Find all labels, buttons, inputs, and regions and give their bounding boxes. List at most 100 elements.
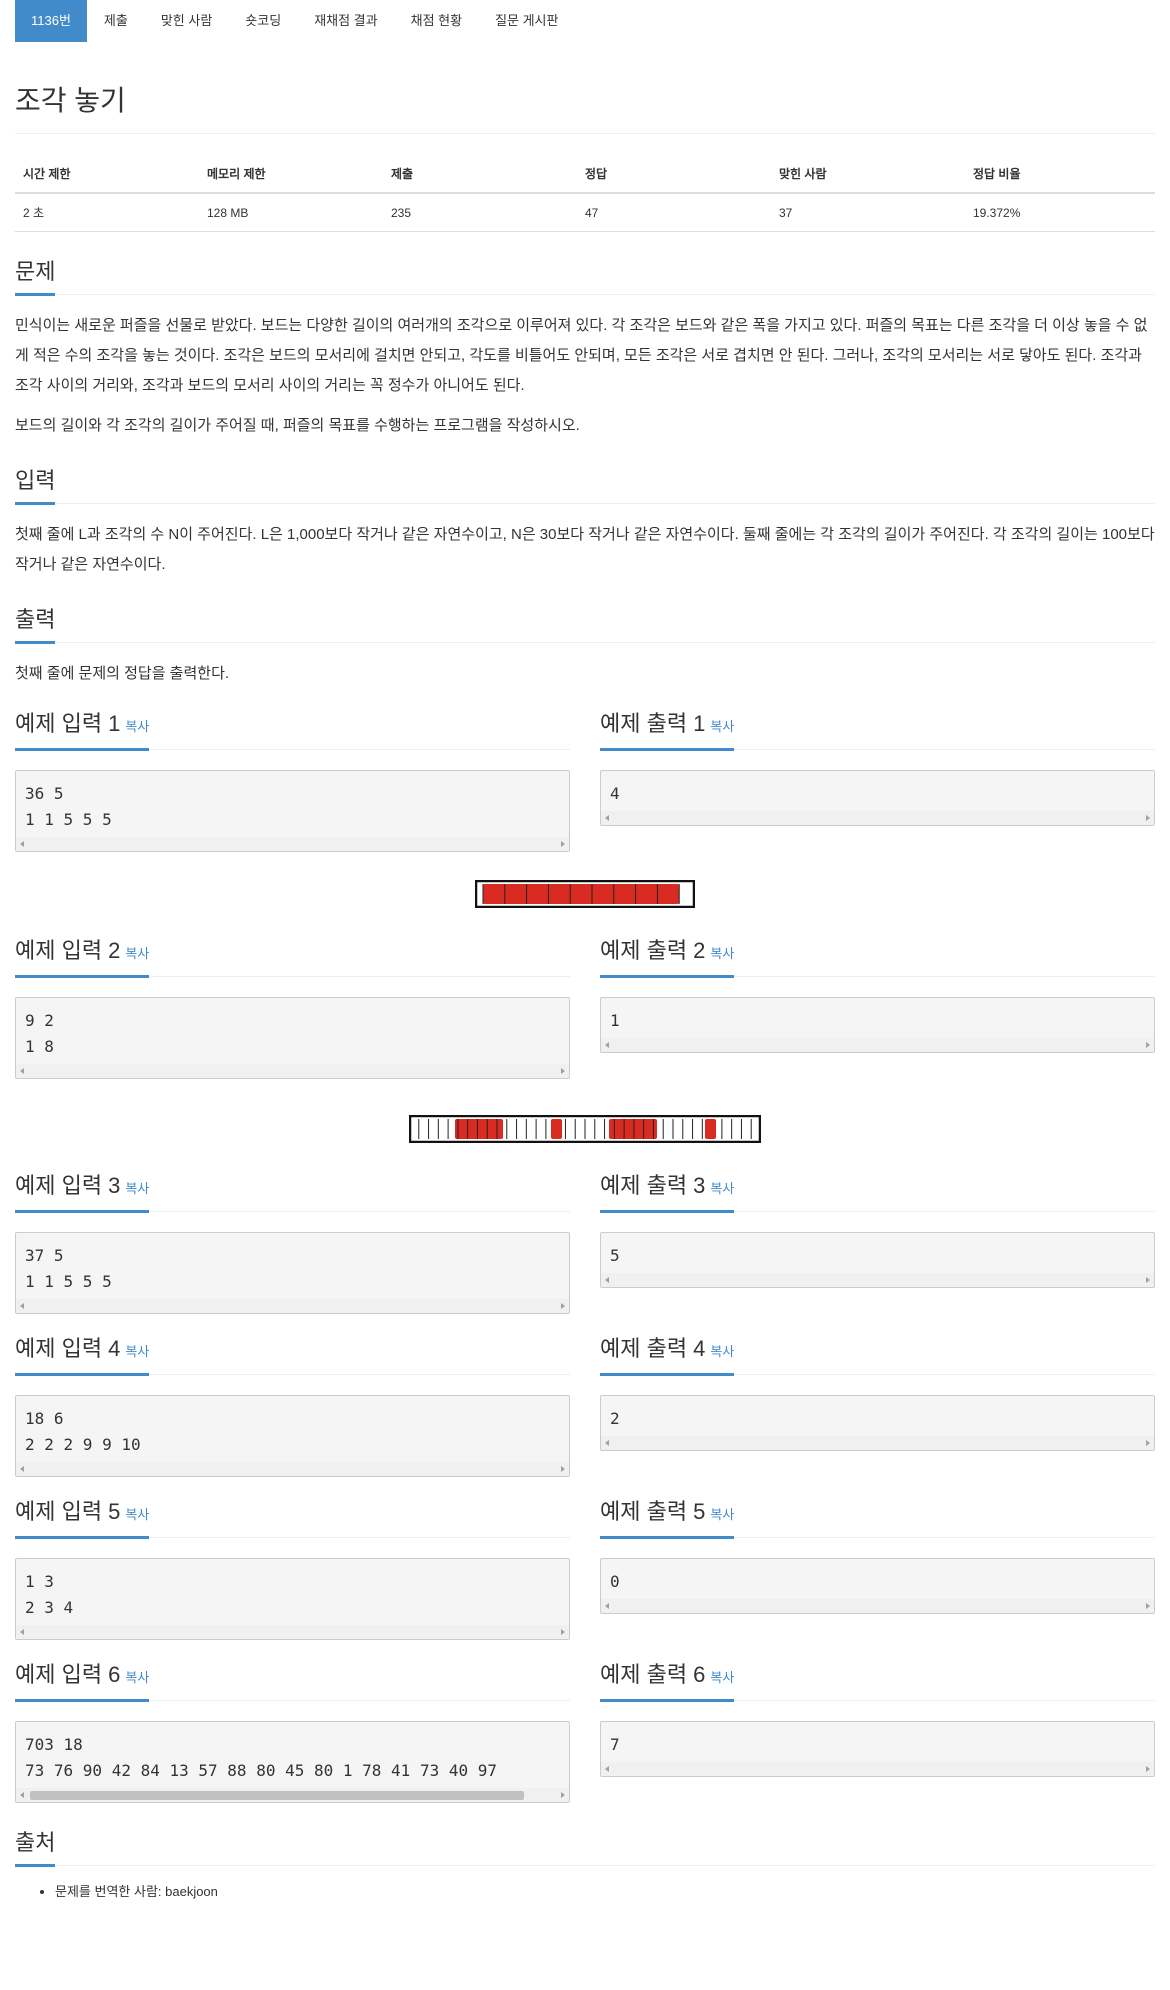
copy-link[interactable]: 복사 bbox=[125, 946, 149, 961]
horizontal-scrollbar[interactable] bbox=[16, 837, 569, 851]
scroll-left-icon[interactable] bbox=[605, 1603, 609, 1609]
tab-problem[interactable]: 1136번 bbox=[15, 0, 87, 42]
sample-title-text: 예제 출력 6 bbox=[600, 1662, 706, 1687]
scroll-left-icon[interactable] bbox=[605, 1766, 609, 1772]
sample-title-text: 예제 출력 4 bbox=[600, 1336, 706, 1361]
sample-input-header: 예제 입력 1 복사 bbox=[15, 711, 570, 751]
sample-input-text: 1 3 2 3 4 bbox=[25, 1572, 74, 1617]
horizontal-scrollbar[interactable] bbox=[601, 1273, 1154, 1287]
sample-output-box[interactable]: 2 bbox=[600, 1395, 1155, 1451]
tab-status[interactable]: 채점 현황 bbox=[395, 0, 478, 42]
sample-input-column: 예제 입력 5 복사 1 3 2 3 4 bbox=[15, 1477, 570, 1640]
scroll-left-icon[interactable] bbox=[20, 1629, 24, 1635]
scroll-left-icon[interactable] bbox=[20, 1466, 24, 1472]
sample-row: 예제 입력 6 복사 703 18 73 76 90 42 84 13 57 88 … bbox=[15, 1640, 1155, 1803]
sample-input-box[interactable]: 9 2 1 8 bbox=[15, 997, 570, 1079]
copy-link[interactable]: 복사 bbox=[125, 1181, 149, 1196]
scroll-right-icon[interactable] bbox=[1146, 815, 1150, 821]
sample-output-box[interactable]: 0 bbox=[600, 1558, 1155, 1614]
horizontal-scrollbar[interactable] bbox=[16, 1788, 569, 1802]
scroll-left-icon[interactable] bbox=[20, 1792, 24, 1798]
solved-users-value: 37 bbox=[771, 193, 965, 232]
sample-title-text: 예제 출력 1 bbox=[600, 711, 706, 736]
copy-link[interactable]: 복사 bbox=[125, 1670, 149, 1685]
copy-link[interactable]: 복사 bbox=[125, 719, 149, 734]
sample-output-text: 1 bbox=[610, 1011, 620, 1030]
problem-task: 보드의 길이와 각 조각의 길이가 주어질 때, 퍼즐의 목표를 수행하는 프로… bbox=[15, 417, 580, 434]
header-memory-limit: 메모리 제한 bbox=[199, 155, 383, 194]
sample-output-title: 예제 출력 6 복사 bbox=[600, 1661, 735, 1702]
sample-input-box[interactable]: 703 18 73 76 90 42 84 13 57 88 80 45 80 … bbox=[15, 1721, 570, 1803]
sample-input-box[interactable]: 37 5 1 1 5 5 5 bbox=[15, 1232, 570, 1314]
copy-link[interactable]: 복사 bbox=[710, 1670, 734, 1685]
input-section-header: 입력 bbox=[15, 465, 1155, 505]
tab-submit[interactable]: 제출 bbox=[88, 0, 144, 42]
sample-output-title: 예제 출력 1 복사 bbox=[600, 710, 735, 751]
sample-output-box[interactable]: 5 bbox=[600, 1232, 1155, 1288]
horizontal-scrollbar[interactable] bbox=[601, 1599, 1154, 1613]
scroll-left-icon[interactable] bbox=[605, 1440, 609, 1446]
horizontal-scrollbar[interactable] bbox=[16, 1462, 569, 1476]
copy-link[interactable]: 복사 bbox=[710, 1181, 734, 1196]
board-figure bbox=[15, 880, 1155, 908]
copy-link[interactable]: 복사 bbox=[710, 1507, 734, 1522]
sample-output-text: 0 bbox=[610, 1572, 620, 1591]
sample-input-box[interactable]: 18 6 2 2 2 9 9 10 bbox=[15, 1395, 570, 1477]
scroll-thumb[interactable] bbox=[30, 1791, 524, 1800]
horizontal-scrollbar[interactable] bbox=[601, 1436, 1154, 1450]
problem-menu: 1136번 제출 맞힌 사람 숏코딩 재채점 결과 채점 현황 질문 게시판 bbox=[15, 0, 1155, 42]
sample-output-header: 예제 출력 3 복사 bbox=[600, 1173, 1155, 1213]
copy-link[interactable]: 복사 bbox=[710, 719, 734, 734]
sample-output-box[interactable]: 4 bbox=[600, 770, 1155, 826]
scroll-right-icon[interactable] bbox=[1146, 1766, 1150, 1772]
scroll-left-icon[interactable] bbox=[605, 1277, 609, 1283]
sample-input-header: 예제 입력 2 복사 bbox=[15, 938, 570, 978]
horizontal-scrollbar[interactable] bbox=[16, 1064, 569, 1078]
scroll-right-icon[interactable] bbox=[561, 1466, 565, 1472]
sample-output-box[interactable]: 7 bbox=[600, 1721, 1155, 1777]
copy-link[interactable]: 복사 bbox=[125, 1507, 149, 1522]
sample-input-box[interactable]: 1 3 2 3 4 bbox=[15, 1558, 570, 1640]
scroll-right-icon[interactable] bbox=[561, 1303, 565, 1309]
sample-output-text: 7 bbox=[610, 1735, 620, 1754]
horizontal-scrollbar[interactable] bbox=[601, 811, 1154, 825]
sample-row: 예제 입력 2 복사 9 2 1 8 예제 출력 2 복사 1 bbox=[15, 916, 1155, 1079]
tab-board[interactable]: 질문 게시판 bbox=[479, 0, 574, 42]
scroll-right-icon[interactable] bbox=[561, 1629, 565, 1635]
horizontal-scrollbar[interactable] bbox=[16, 1299, 569, 1313]
scroll-right-icon[interactable] bbox=[561, 1792, 565, 1798]
sample-input-box[interactable]: 36 5 1 1 5 5 5 bbox=[15, 770, 570, 852]
tab-short-coding[interactable]: 숏코딩 bbox=[229, 0, 297, 42]
sample-output-text: 5 bbox=[610, 1246, 620, 1265]
horizontal-scrollbar[interactable] bbox=[16, 1625, 569, 1639]
tab-rejudge-results[interactable]: 재채점 결과 bbox=[298, 0, 393, 42]
copy-link[interactable]: 복사 bbox=[710, 1344, 734, 1359]
sample-output-column: 예제 출력 5 복사 0 bbox=[600, 1477, 1155, 1640]
scroll-right-icon[interactable] bbox=[1146, 1603, 1150, 1609]
sample-output-column: 예제 출력 2 복사 1 bbox=[600, 916, 1155, 1079]
scroll-right-icon[interactable] bbox=[1146, 1440, 1150, 1446]
scroll-left-icon[interactable] bbox=[605, 815, 609, 821]
scroll-left-icon[interactable] bbox=[605, 1042, 609, 1048]
tab-solved-users[interactable]: 맞힌 사람 bbox=[145, 0, 228, 42]
copy-link[interactable]: 복사 bbox=[710, 946, 734, 961]
sample-input-text: 9 2 1 8 bbox=[25, 1011, 54, 1056]
problem-heading: 문제 bbox=[15, 258, 56, 296]
scroll-left-icon[interactable] bbox=[20, 1068, 24, 1074]
scroll-right-icon[interactable] bbox=[1146, 1277, 1150, 1283]
output-heading: 출력 bbox=[15, 606, 56, 644]
scroll-right-icon[interactable] bbox=[561, 1068, 565, 1074]
list-item: 문제를 번역한 사람: baekjoon bbox=[55, 1882, 1155, 1902]
scroll-right-icon[interactable] bbox=[561, 841, 565, 847]
scroll-left-icon[interactable] bbox=[20, 841, 24, 847]
sample-output-box[interactable]: 1 bbox=[600, 997, 1155, 1053]
sample-input-title: 예제 입력 4 복사 bbox=[15, 1335, 150, 1376]
horizontal-scrollbar[interactable] bbox=[601, 1762, 1154, 1776]
sample-input-header: 예제 입력 5 복사 bbox=[15, 1499, 570, 1539]
source-heading: 출처 bbox=[15, 1829, 56, 1867]
copy-link[interactable]: 복사 bbox=[125, 1344, 149, 1359]
horizontal-scrollbar[interactable] bbox=[601, 1038, 1154, 1052]
sample-title-text: 예제 입력 3 bbox=[15, 1173, 121, 1198]
scroll-right-icon[interactable] bbox=[1146, 1042, 1150, 1048]
scroll-left-icon[interactable] bbox=[20, 1303, 24, 1309]
